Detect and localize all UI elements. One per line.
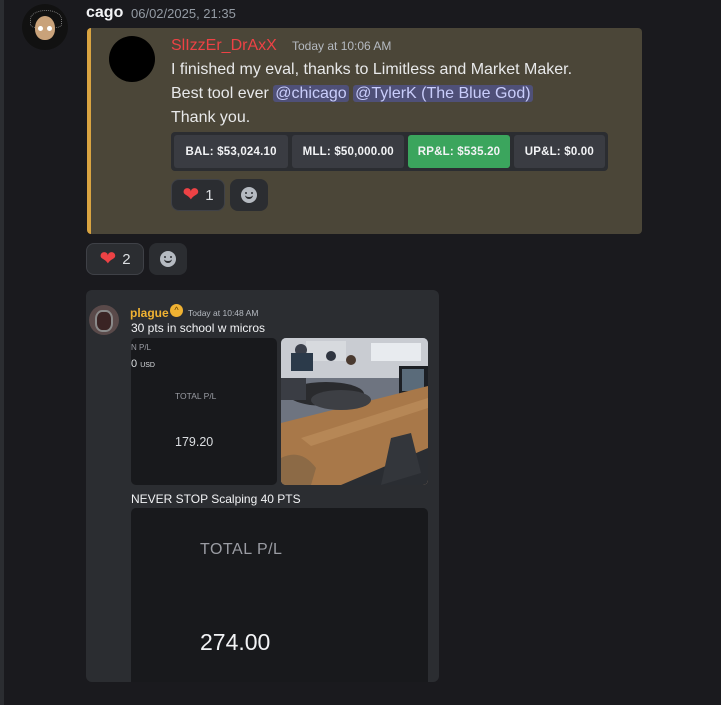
heart-reaction-button[interactable]: ❤ 1 [171, 179, 225, 211]
embed-author-avatar[interactable] [89, 305, 119, 335]
embed-line-3: Thank you. [171, 109, 251, 126]
embed-message-text: 30 pts in school w micros [131, 321, 266, 335]
avatar-eye [47, 26, 52, 31]
classroom-photo-image[interactable] [281, 338, 428, 485]
embed-message-text-2: NEVER STOP Scalping 40 PTS [131, 492, 301, 506]
pnl-value-cut: 0 USD [131, 358, 155, 370]
add-reaction-button[interactable] [230, 179, 268, 211]
rpl-button[interactable]: RP&L: $535.20 [408, 135, 510, 168]
stats-button-row: BAL: $53,024.10 MLL: $50,000.00 RP&L: $5… [171, 132, 608, 171]
add-reaction-icon [160, 251, 176, 267]
balance-button[interactable]: BAL: $53,024.10 [174, 135, 289, 168]
avatar-eye [38, 26, 43, 31]
pnl-label-cut: N P/L [131, 343, 152, 352]
pnl-screenshot-image[interactable]: N P/L 0 USD TOTAL P/L 179.20 [131, 338, 277, 485]
forwarded-message-embed-2: plague ^ Today at 10:48 AM 30 pts in sch… [86, 290, 439, 682]
sidebar-edge [0, 0, 4, 705]
pnl-screenshot-image-2[interactable]: TOTAL P/L 274.00 [131, 508, 428, 682]
pnl-value-digits: 0 [131, 358, 138, 370]
embed-timestamp: Today at 10:06 AM [292, 39, 392, 53]
mll-button[interactable]: MLL: $50,000.00 [292, 135, 405, 168]
total-pnl-label: TOTAL P/L [175, 391, 217, 401]
reaction-count: 2 [122, 250, 131, 268]
embed-message-text: I finished my eval, thanks to Limitless … [171, 58, 572, 130]
total-pnl-value: 179.20 [175, 435, 214, 449]
heart-icon: ❤ [182, 184, 200, 206]
embed-author-avatar[interactable] [109, 36, 155, 82]
upl-button[interactable]: UP&L: $0.00 [513, 135, 606, 168]
heart-reaction-button[interactable]: ❤ 2 [86, 243, 144, 275]
mention-chicago[interactable]: @chicago [273, 85, 349, 102]
embed-line-2: Best tool ever @chicago @TylerK (The Blu… [171, 82, 572, 106]
embed-author-name[interactable]: SlIzzEr_DrAxX [171, 37, 277, 55]
reaction-count: 1 [205, 186, 214, 204]
message-username[interactable]: cago [86, 4, 123, 22]
avatar-face [95, 310, 113, 332]
heart-icon: ❤ [99, 248, 117, 270]
classroom-photo [281, 338, 428, 485]
message-timestamp: 06/02/2025, 21:35 [131, 6, 236, 21]
mention-tylerk[interactable]: @TylerK (The Blue God) [353, 85, 533, 102]
pnl-currency: USD [140, 362, 155, 369]
total-pnl-value: 274.00 [200, 629, 271, 655]
user-avatar[interactable] [22, 4, 68, 50]
embed-line-1: I finished my eval, thanks to Limitless … [171, 61, 573, 78]
embed-timestamp: Today at 10:48 AM [188, 308, 259, 318]
embed-line-2-prefix: Best tool ever [171, 85, 269, 102]
badge-icon: ^ [170, 304, 183, 317]
add-reaction-button[interactable] [149, 243, 187, 275]
embed-author-name[interactable]: plague [130, 306, 169, 320]
total-pnl-label: TOTAL P/L [200, 541, 283, 558]
add-reaction-icon [241, 187, 257, 203]
forwarded-message-embed: SlIzzEr_DrAxX Today at 10:06 AM I finish… [87, 28, 642, 234]
